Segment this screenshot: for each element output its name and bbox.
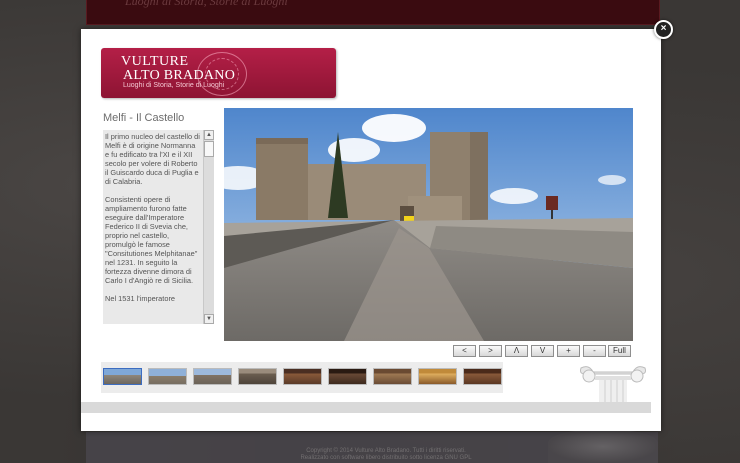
description-scrollbox[interactable]: Il primo nucleo del castello di Melfi è … (103, 130, 214, 324)
castle-panorama-image (224, 108, 633, 341)
footer-column-decoration (548, 430, 658, 463)
thumbnail[interactable] (283, 368, 322, 385)
thumbnail[interactable] (193, 368, 232, 385)
pan-left-button[interactable]: < (453, 345, 476, 357)
thumbnail[interactable] (238, 368, 277, 385)
thumbnail[interactable] (328, 368, 367, 385)
tilt-down-button[interactable]: V (531, 345, 554, 357)
site-footer-copyright: Copyright © 2014 Vulture Alto Bradano. T… (286, 448, 486, 462)
pan-right-button[interactable]: > (479, 345, 502, 357)
site-header-background: Luoghi di Storia, Storie di Luoghi (86, 0, 660, 25)
tilt-up-button[interactable]: Λ (505, 345, 528, 357)
vulture-alto-bradano-logo: VULTURE ALTO BRADANO Luoghi di Storia, S… (101, 48, 336, 98)
thumbnail[interactable] (463, 368, 502, 385)
panorama-modal: VULTURE ALTO BRADANO Luoghi di Storia, S… (81, 29, 661, 431)
panorama-viewer[interactable] (224, 108, 633, 341)
thumbnail[interactable] (373, 368, 412, 385)
logo-tagline: Luoghi di Storia, Storie di Luoghi (123, 82, 225, 89)
site-header-tagline: Luoghi di Storia, Storie di Luoghi (125, 0, 288, 8)
thumbnail[interactable] (418, 368, 457, 385)
footer-license-text: Realizzato con software libero distribui… (300, 455, 472, 461)
thumbnail[interactable] (148, 368, 187, 385)
fullscreen-button[interactable]: Full (608, 345, 631, 357)
close-icon[interactable]: × (654, 20, 673, 39)
zoom-in-button[interactable]: + (557, 345, 580, 357)
page-title: Melfi - Il Castello (103, 112, 185, 124)
scrollbar-thumb[interactable] (204, 141, 214, 157)
scroll-up-icon[interactable]: ▲ (204, 130, 214, 140)
thumbnail[interactable] (103, 368, 142, 385)
description-paragraph: Il primo nucleo del castello di Melfi è … (105, 132, 200, 187)
description-paragraph: Consistenti opere di ampliamento furono … (105, 194, 198, 286)
description-scrollbar[interactable]: ▲ ▼ (203, 130, 214, 324)
scroll-down-icon[interactable]: ▼ (204, 314, 214, 324)
description-text: Il primo nucleo del castello di Melfi è … (105, 132, 201, 311)
thumbnail-strip (101, 362, 503, 393)
footer-copyright-text: Copyright © 2014 Vulture Alto Bradano. T… (306, 448, 466, 454)
zoom-out-button[interactable]: - (583, 345, 606, 357)
modal-bottom-strip (81, 402, 651, 413)
description-paragraph: Nel 1531 l'imperatore (105, 293, 176, 303)
